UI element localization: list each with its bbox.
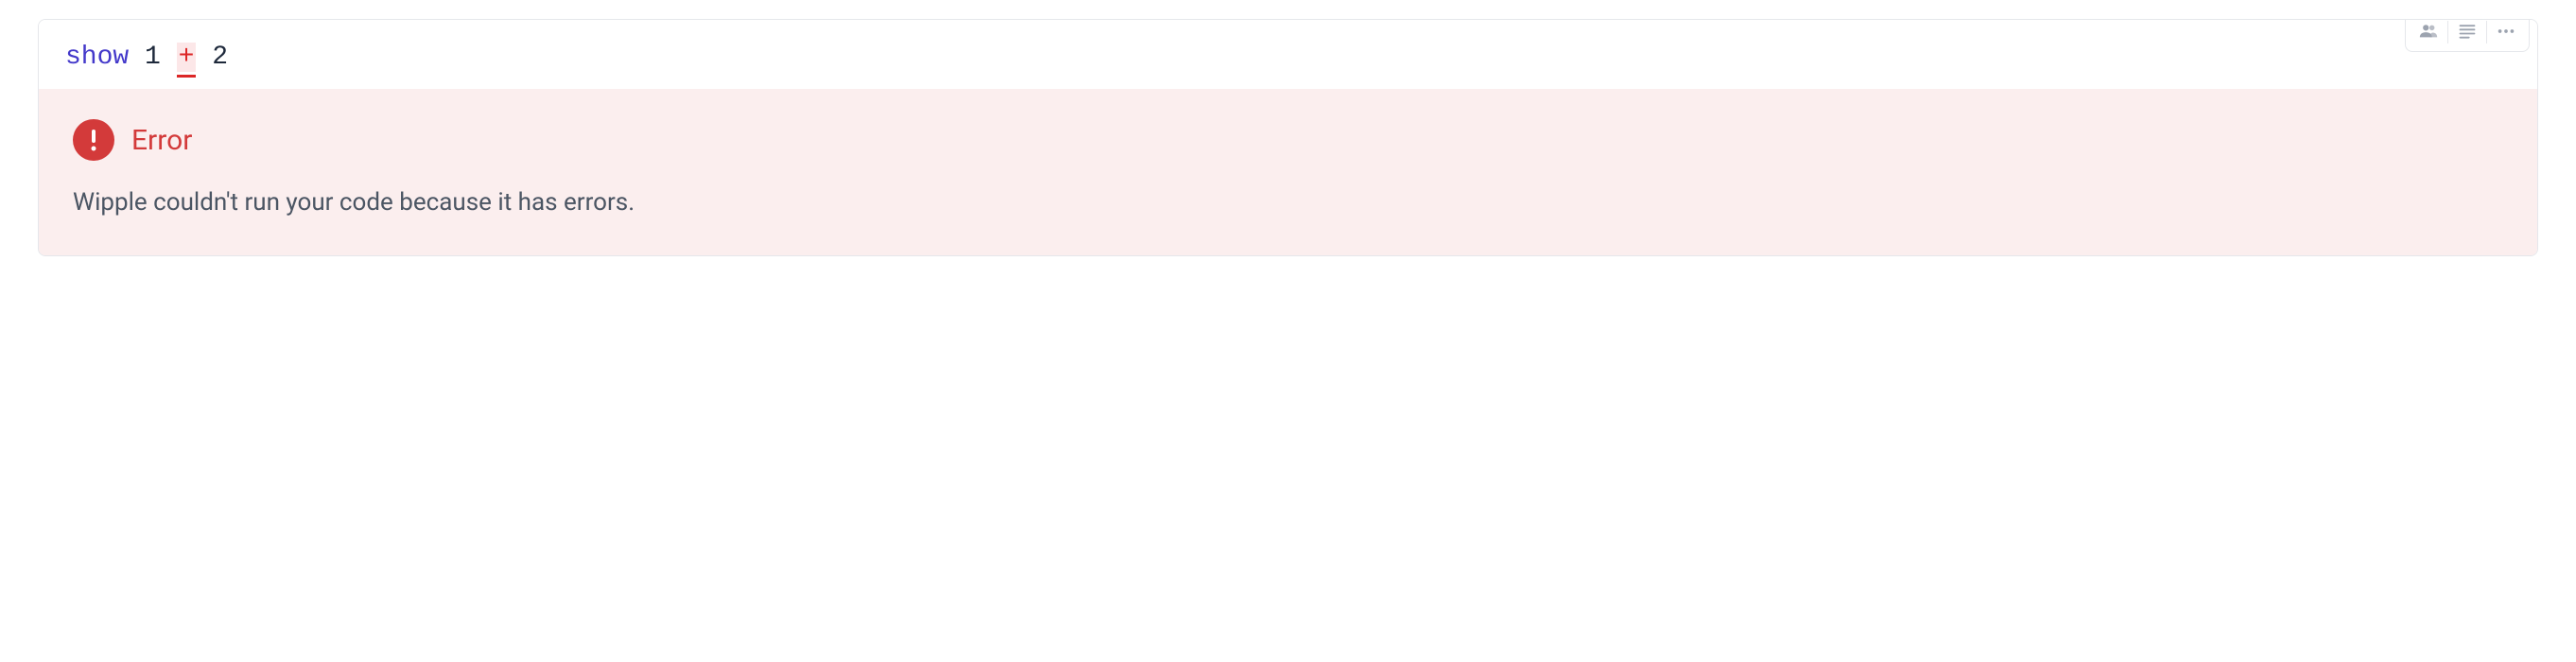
alert-icon bbox=[73, 119, 114, 161]
more-icon bbox=[2496, 21, 2516, 44]
more-button[interactable] bbox=[2487, 19, 2525, 47]
code-block-container: show 1 + 2 Error Wipple couldn't run you… bbox=[38, 19, 2538, 256]
toolbar bbox=[2405, 19, 2530, 52]
code-keyword: show bbox=[65, 43, 129, 72]
code-editor[interactable]: show 1 + 2 bbox=[39, 20, 2537, 89]
code-operand-2: 2 bbox=[212, 43, 228, 72]
error-message: Wipple couldn't run your code because it… bbox=[73, 185, 2503, 219]
code-line: show 1 + 2 bbox=[65, 43, 2511, 72]
format-button[interactable] bbox=[2448, 19, 2486, 47]
code-operand-1: 1 bbox=[145, 43, 161, 72]
code-space bbox=[129, 43, 145, 72]
error-header: Error bbox=[73, 119, 2503, 161]
error-panel: Error Wipple couldn't run your code beca… bbox=[39, 89, 2537, 255]
code-space bbox=[161, 43, 177, 72]
people-icon bbox=[2418, 21, 2439, 44]
code-space bbox=[196, 43, 212, 72]
people-button[interactable] bbox=[2410, 19, 2447, 47]
code-operator-error[interactable]: + bbox=[177, 43, 197, 72]
error-title: Error bbox=[131, 124, 192, 157]
lines-icon bbox=[2458, 22, 2477, 44]
